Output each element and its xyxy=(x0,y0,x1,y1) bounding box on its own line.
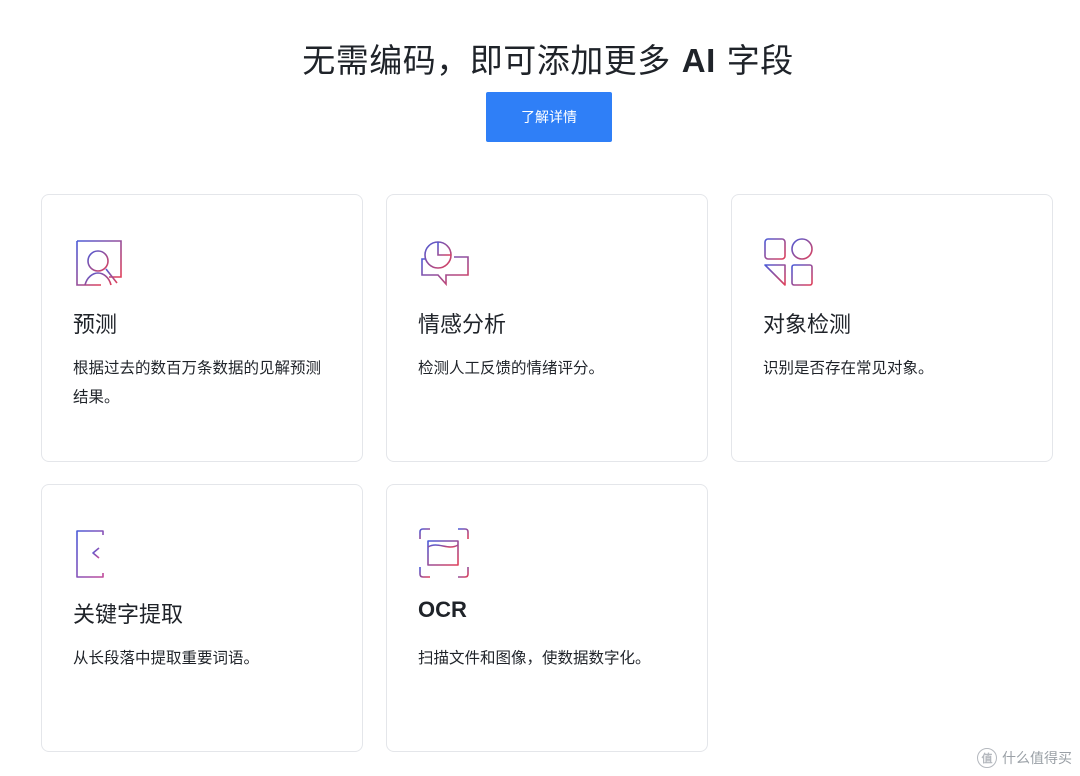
headline-prefix: 无需编码，即可添加更多 xyxy=(302,41,682,80)
keyword-extraction-icon xyxy=(73,527,125,579)
watermark-logo-icon: 值 xyxy=(977,748,997,768)
feature-card-ocr[interactable]: OCR 扫描文件和图像，使数据数字化。 xyxy=(386,484,708,752)
feature-card-object-detection[interactable]: 对象检测 识别是否存在常见对象。 xyxy=(731,194,1053,462)
headline-ai: AI xyxy=(681,42,716,79)
card-title: 预测 xyxy=(73,313,118,338)
card-description: 从长段落中提取重要词语。 xyxy=(73,649,260,667)
feature-card-predict[interactable]: 预测 根据过去的数百万条数据的见解预测结果。 xyxy=(41,194,363,462)
sentiment-icon xyxy=(418,237,470,289)
card-description: 根据过去的数百万条数据的见解预测结果。 xyxy=(73,359,322,406)
watermark-text: 什么值得买 xyxy=(1002,751,1072,767)
card-title: OCR xyxy=(418,597,467,622)
ocr-icon xyxy=(418,527,470,579)
predict-icon xyxy=(73,237,125,289)
headline-suffix: 字段 xyxy=(715,41,794,80)
watermark: 值 什么值得买 xyxy=(977,748,1072,768)
learn-more-button[interactable]: 了解详情 xyxy=(486,92,612,142)
page-headline: 无需编码，即可添加更多 AI 字段 xyxy=(0,34,1080,82)
card-title: 关键字提取 xyxy=(73,603,184,628)
card-description: 识别是否存在常见对象。 xyxy=(763,359,934,377)
feature-card-keyword-extraction[interactable]: 关键字提取 从长段落中提取重要词语。 xyxy=(41,484,363,752)
card-description: 检测人工反馈的情绪评分。 xyxy=(418,359,605,377)
card-title: 情感分析 xyxy=(418,313,507,338)
object-detection-icon xyxy=(763,237,815,289)
feature-card-sentiment[interactable]: 情感分析 检测人工反馈的情绪评分。 xyxy=(386,194,708,462)
card-title: 对象检测 xyxy=(763,313,852,338)
card-description: 扫描文件和图像，使数据数字化。 xyxy=(418,649,651,667)
